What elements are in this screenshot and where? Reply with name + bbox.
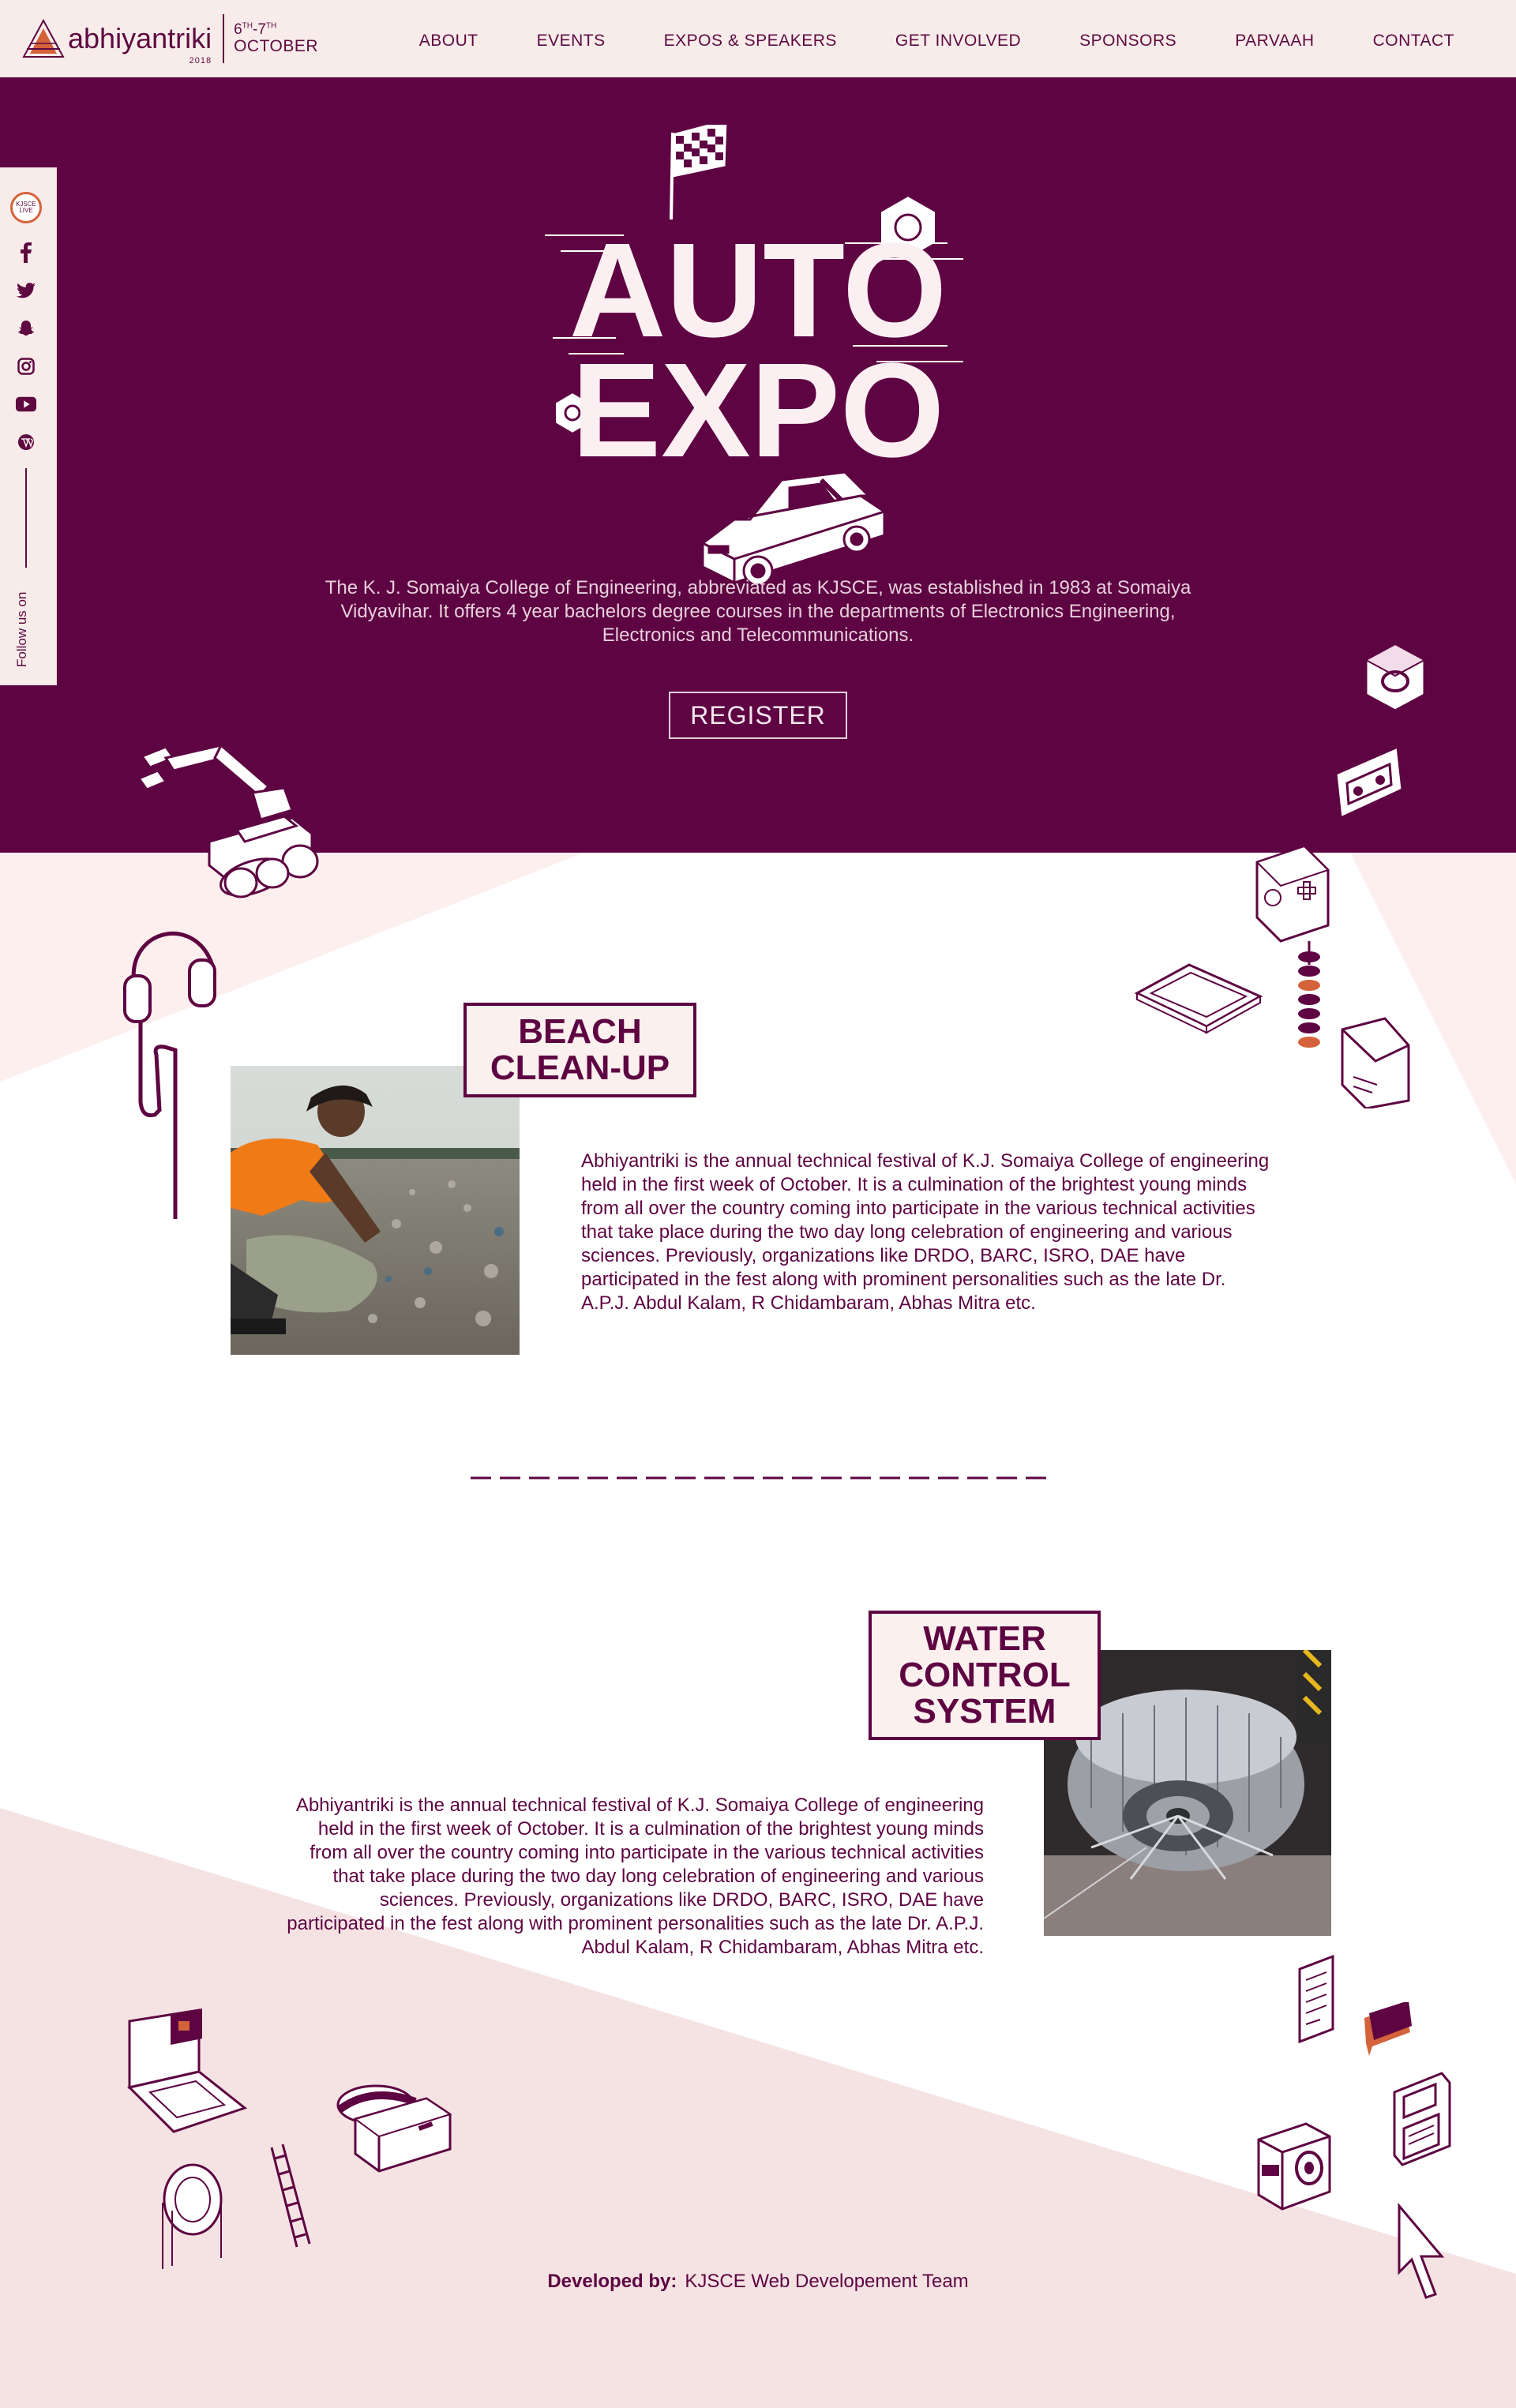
brand-year: 2018	[189, 56, 212, 66]
wheel-icon	[162, 2163, 223, 2269]
nav-get-involved[interactable]: GET INVOLVED	[895, 32, 1021, 51]
event-title-beach-cleanup: BEACH CLEAN-UP	[463, 1003, 696, 1097]
robot-arm-icon	[137, 747, 319, 898]
twitter-icon[interactable]	[16, 280, 36, 301]
main-nav: ABOUT EVENTS EXPOS & SPEAKERS GET INVOLV…	[361, 32, 1454, 51]
floppy-disk-icon	[1393, 2072, 1451, 2166]
fest-dates: 6TH-7TH OCTOBER	[234, 22, 318, 55]
kjsce-live-badge[interactable]: KJSCE LIVE	[10, 192, 42, 223]
brand-name: abhiyantriki 2018	[68, 22, 212, 66]
ladder-icon	[270, 2144, 311, 2248]
nav-expos-speakers[interactable]: EXPOS & SPEAKERS	[664, 32, 837, 51]
checkered-flag-icon	[670, 125, 727, 220]
wordpress-icon[interactable]	[16, 432, 36, 452]
event-title-line: BEACH	[518, 1012, 642, 1051]
instagram-icon[interactable]	[16, 356, 36, 377]
hero-description: The K. J. Somaiya College of Engineering…	[325, 577, 1191, 646]
sidebar-divider-line	[25, 468, 27, 568]
car-icon	[701, 471, 886, 587]
camera-icon	[1257, 2122, 1331, 2211]
nav-sponsors[interactable]: SPONSORS	[1079, 32, 1176, 51]
register-button[interactable]: REGISTER	[669, 692, 847, 739]
event-title-line: SYSTEM	[913, 1692, 1056, 1731]
nav-parvaah[interactable]: PARVAAH	[1235, 32, 1314, 51]
facebook-icon[interactable]	[16, 242, 36, 263]
logo-separator	[223, 14, 225, 63]
event-title-water-control: WATER CONTROL SYSTEM	[869, 1611, 1101, 1740]
developer-team-link[interactable]: KJSCE Web Developement Team	[685, 2271, 968, 2292]
site-header: abhiyantriki 2018 6TH-7TH OCTOBER ABOUT …	[0, 0, 1516, 77]
nav-contact[interactable]: CONTACT	[1373, 32, 1454, 51]
hero-section: AUTO EXPO The K. J. Somaiya College of E…	[0, 77, 1516, 898]
triangle-logo-icon	[22, 18, 65, 58]
beach-cleanup-photo	[231, 1066, 520, 1355]
social-sidebar: KJSCE LIVE Follow us on	[0, 167, 57, 685]
auto-expo-illustration: AUTO EXPO	[545, 125, 963, 587]
nav-events[interactable]: EVENTS	[537, 32, 606, 51]
snapchat-icon[interactable]	[16, 318, 36, 339]
event-description-water-control: Abhiyantriki is the annual technical fes…	[287, 1795, 984, 1958]
event-title-line: CONTROL	[899, 1656, 1071, 1694]
follow-us-label: Follow us on	[14, 591, 29, 667]
envelope-icon	[1341, 1017, 1410, 1108]
headphones-icon	[123, 931, 216, 1219]
event-description-beach-cleanup: Abhiyantriki is the annual technical fes…	[581, 1150, 1270, 1314]
section-divider	[471, 1476, 1047, 1480]
hex-bolt-icon	[1364, 643, 1427, 712]
event-title-line: CLEAN-UP	[490, 1048, 670, 1087]
fest-month: OCTOBER	[234, 36, 319, 55]
developed-by-label: Developed by:	[547, 2271, 677, 2292]
cassette-icon	[1334, 745, 1404, 820]
chat-bubble-icon	[1364, 2002, 1412, 2056]
tablet-icon	[1134, 963, 1263, 1034]
youtube-icon[interactable]	[16, 394, 36, 414]
document-icon	[1298, 1954, 1334, 2044]
event-title-line: WATER	[923, 1619, 1046, 1658]
laptop-icon	[127, 2009, 248, 2133]
fest-days: 6TH-7TH	[234, 21, 277, 38]
nav-about[interactable]: ABOUT	[419, 32, 478, 51]
brand-logo[interactable]: abhiyantriki 2018 6TH-7TH OCTOBER	[22, 14, 318, 66]
hero-title-line2: EXPO	[572, 336, 944, 486]
site-footer: Developed by: KJSCE Web Developement Team	[0, 2271, 1516, 2293]
vr-headset-icon	[336, 2084, 452, 2173]
